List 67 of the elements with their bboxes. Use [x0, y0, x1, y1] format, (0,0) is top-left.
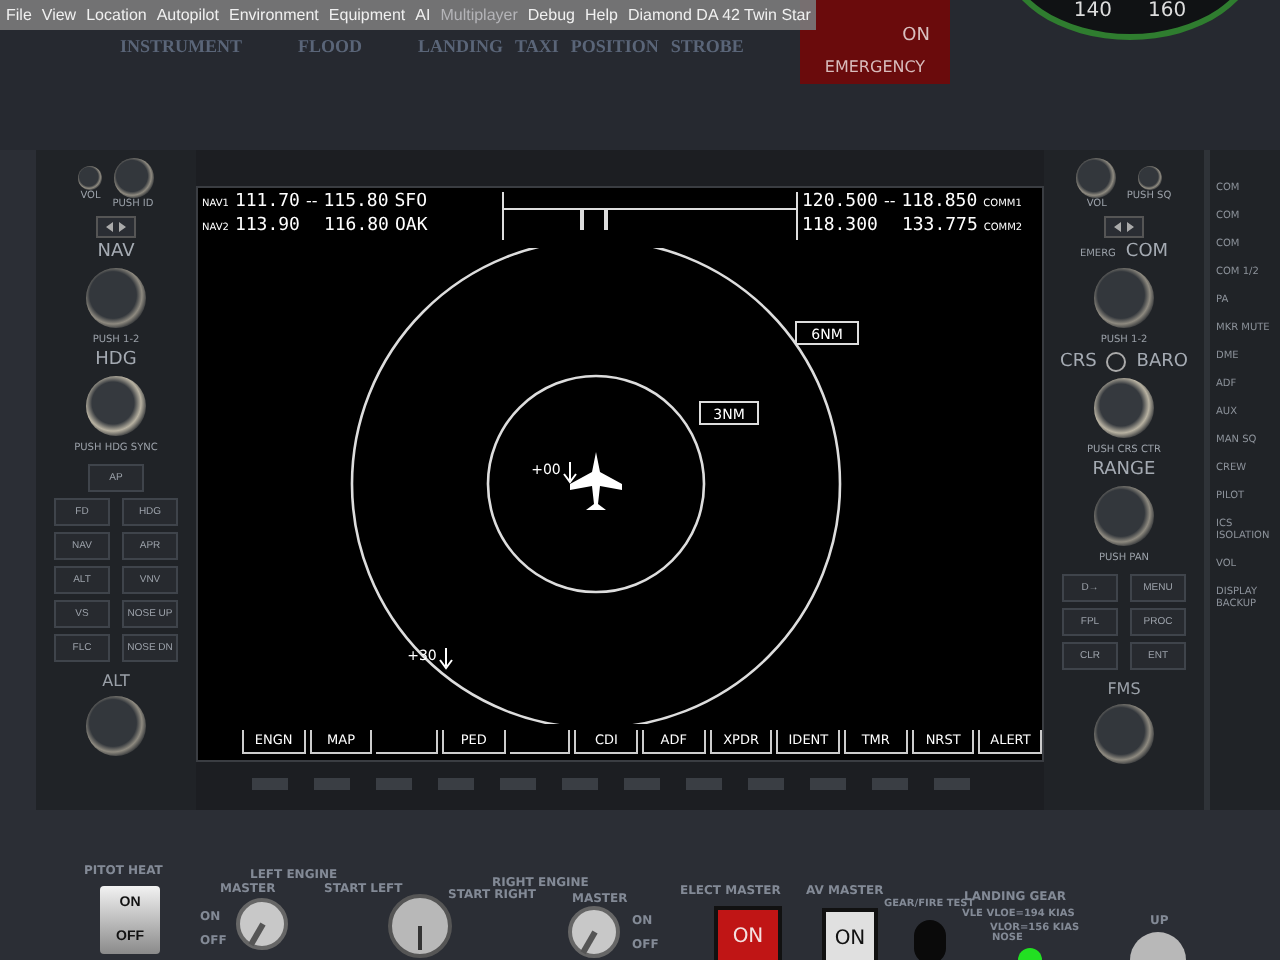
station-ident: SFO	[394, 192, 428, 212]
menu-item[interactable]: View	[41, 6, 77, 24]
toggle-switch[interactable]	[568, 906, 620, 958]
aircraft-icon	[570, 452, 622, 510]
knob[interactable]	[1076, 158, 1117, 198]
knob[interactable]	[1094, 704, 1154, 764]
com-active-frequency: 120.500	[802, 192, 878, 212]
nav-standby-frequency: 115.80	[323, 192, 389, 212]
switch-state-label: ON	[902, 26, 930, 46]
light-label: TAXI	[515, 36, 559, 56]
swap-button[interactable]	[1104, 216, 1144, 238]
bezel-label: ALT	[102, 672, 130, 690]
arrow-icon	[563, 461, 577, 484]
bezel-label: BARO	[1136, 353, 1188, 371]
bezel-label: CRS	[1060, 353, 1097, 371]
knob[interactable]	[1137, 166, 1161, 190]
softkey-frame	[509, 730, 571, 754]
softkey-frame	[376, 730, 439, 754]
gear-lever[interactable]	[1130, 932, 1186, 960]
arrows-icon	[106, 222, 126, 232]
menu-item[interactable]: Equipment	[328, 6, 406, 24]
arrow-icon	[439, 647, 453, 670]
com-active-frequency: 118.300	[802, 216, 878, 236]
nav-standby-frequency: 116.80	[323, 216, 389, 236]
bezel-label: FMS	[1107, 680, 1141, 698]
menu-item[interactable]: Debug	[527, 6, 575, 24]
master-button[interactable]: ON	[822, 908, 878, 960]
master-button[interactable]: ON	[714, 906, 782, 960]
nav-active-frequency: 111.70	[234, 192, 300, 212]
knob-icon	[1106, 352, 1127, 372]
swap-arrow: --	[305, 192, 318, 210]
light-label: STROBE	[670, 36, 744, 56]
bezel-label: RANGE	[1092, 462, 1156, 480]
com-standby-frequency: 118.850	[901, 192, 978, 212]
knob[interactable]	[86, 696, 146, 756]
emergency-label: EMERGENCY	[824, 58, 926, 76]
menu-item[interactable]: Location	[86, 6, 147, 24]
menu-item[interactable]: Environment	[228, 6, 319, 24]
knob[interactable]	[1094, 378, 1154, 438]
knob[interactable]	[86, 268, 146, 328]
menu-item[interactable]: File	[6, 6, 32, 24]
station-ident: OAK	[394, 216, 428, 236]
light-label: FLOOD	[298, 36, 363, 56]
nav-active-frequency: 113.90	[234, 216, 300, 236]
bezel-label: HDG	[95, 352, 137, 370]
swap-button[interactable]	[96, 216, 136, 238]
light-label: INSTRUMENT	[120, 36, 243, 56]
menu-item[interactable]: Help	[584, 6, 618, 24]
knob[interactable]	[78, 166, 103, 190]
aircraft-title: Diamond DA 42 Twin Star	[627, 6, 811, 24]
menu-item[interactable]: AI	[415, 6, 431, 24]
bezel-label: COM	[1125, 244, 1169, 262]
com-standby-frequency: 133.775	[901, 216, 978, 236]
key-switch[interactable]	[388, 894, 452, 958]
arrows-icon	[1114, 222, 1134, 232]
gauge-number: 140	[1073, 0, 1112, 22]
light-label: LANDING	[418, 36, 504, 56]
knob[interactable]	[1094, 268, 1154, 328]
gauge-number: 160	[1148, 0, 1187, 22]
knob[interactable]	[86, 376, 146, 436]
knob[interactable]	[113, 158, 153, 198]
menu-item[interactable]: Autopilot	[156, 6, 219, 24]
toggle-switch[interactable]	[236, 898, 288, 950]
bezel-label: NAV	[97, 244, 135, 262]
light-label: POSITION	[570, 36, 659, 56]
swap-arrow: --	[883, 192, 896, 210]
knob[interactable]	[1094, 486, 1154, 546]
